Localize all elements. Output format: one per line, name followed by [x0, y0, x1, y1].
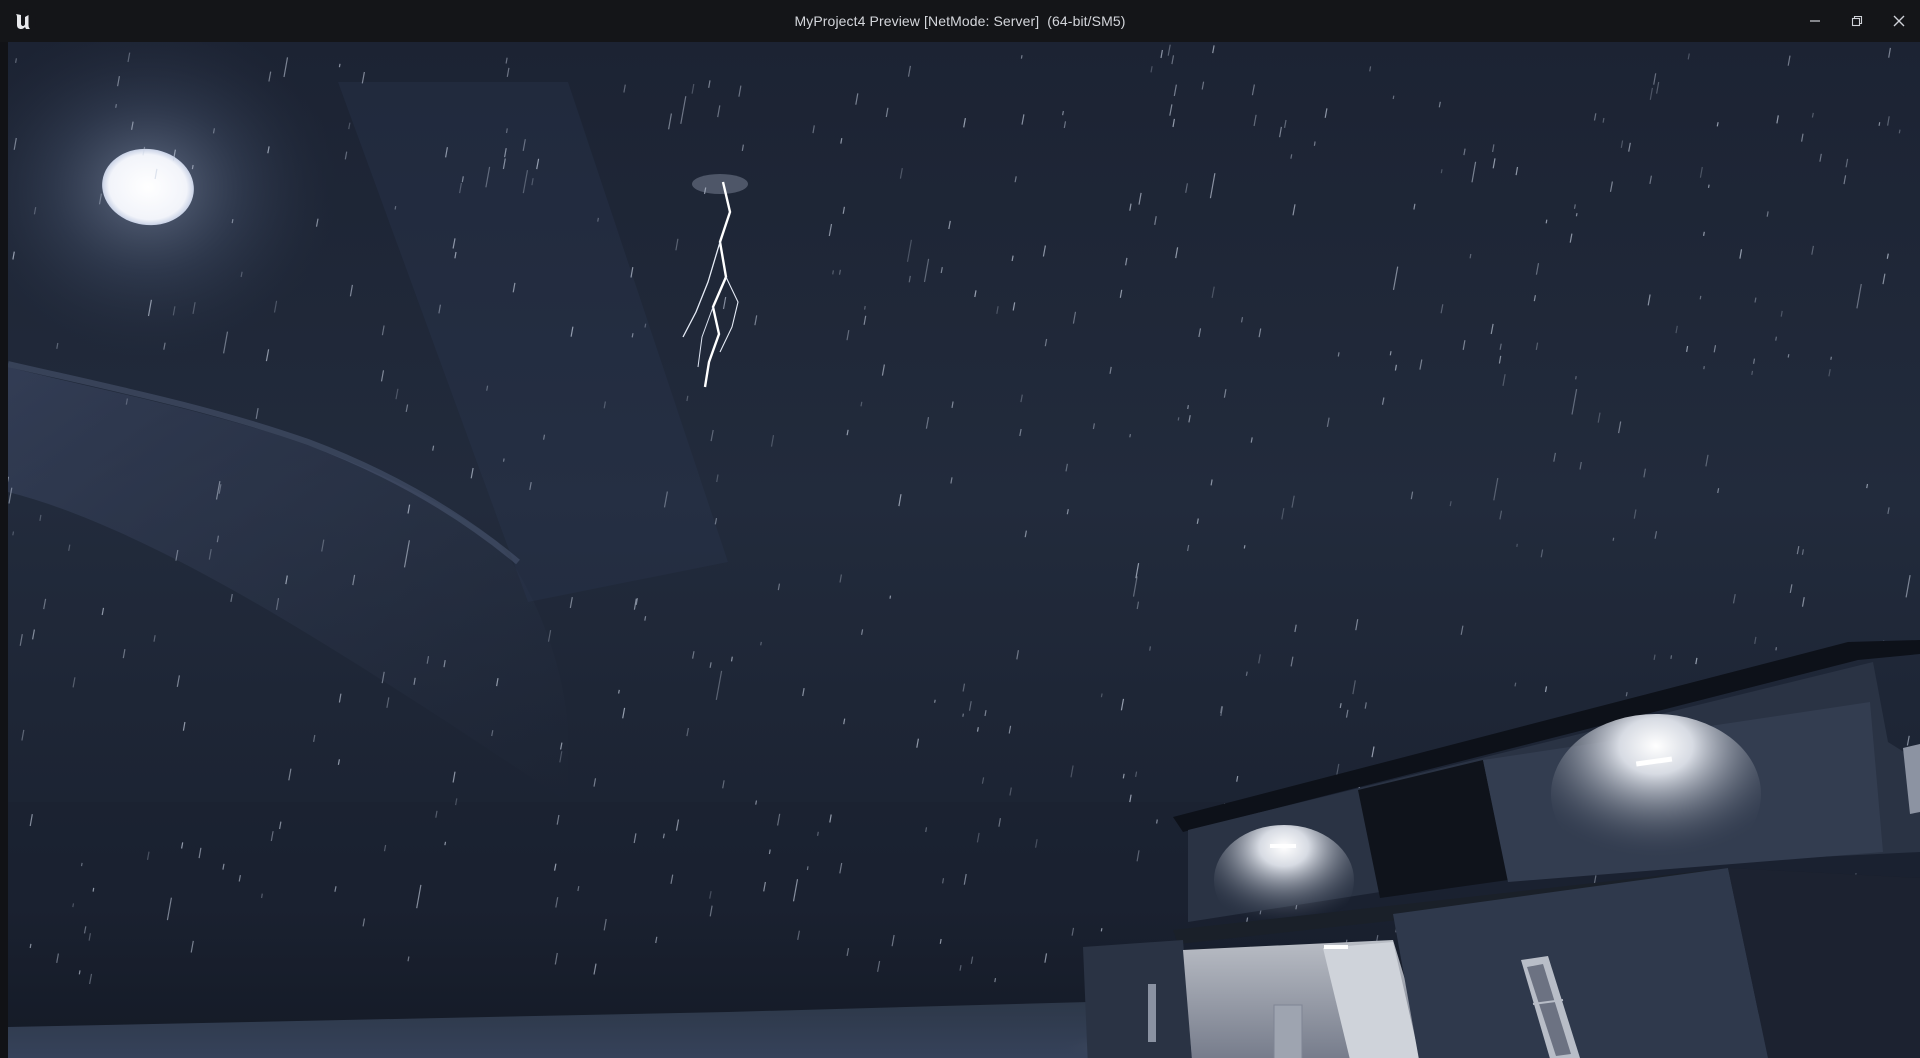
rain-drop — [1062, 110, 1064, 116]
rain-drop — [1516, 543, 1518, 547]
rain-drop — [1100, 928, 1103, 932]
minimize-button[interactable] — [1794, 0, 1836, 42]
rain-drop — [1703, 366, 1705, 370]
rain-drop — [1545, 219, 1548, 224]
rain-drop — [817, 831, 819, 836]
restore-button[interactable] — [1836, 0, 1878, 42]
lower-wall-left — [1083, 940, 1192, 1058]
rain-drop — [994, 977, 997, 983]
rain-drop — [1149, 646, 1151, 651]
small-window — [1148, 984, 1156, 1042]
rain-drop — [444, 841, 447, 846]
rain-drop — [1866, 483, 1869, 489]
rain-drop — [1898, 129, 1901, 134]
rain-drop — [1703, 231, 1705, 237]
rain-drop — [78, 970, 81, 975]
rain-drop — [1775, 336, 1777, 341]
rain-drop — [1100, 693, 1103, 698]
rain-drop — [1716, 122, 1719, 127]
rain-drop — [1440, 169, 1443, 174]
rain-drop — [1575, 212, 1578, 217]
rain-drop — [1670, 655, 1673, 659]
upper-lamp-left — [1270, 844, 1296, 848]
rain-drop — [1129, 433, 1131, 438]
close-icon — [1893, 15, 1905, 27]
rain-drop — [394, 205, 397, 210]
rain-drop — [1187, 404, 1189, 410]
rain-drop — [1177, 417, 1180, 421]
rain-drop — [962, 713, 964, 717]
rain-drop — [1243, 545, 1246, 549]
rain-drop — [644, 323, 647, 328]
rain-drop — [760, 641, 762, 646]
rain-drop — [72, 903, 75, 908]
rain-drop — [1602, 117, 1605, 123]
rain-drop — [1575, 375, 1577, 380]
rain-drop — [1514, 682, 1517, 687]
rain-drop — [1830, 356, 1832, 360]
rain-drop — [976, 727, 979, 732]
rain-drop — [1122, 773, 1125, 779]
rain-drop — [1245, 671, 1248, 676]
rain-drop — [1392, 95, 1395, 100]
rain-drop — [1775, 647, 1777, 651]
rain-drop — [934, 699, 936, 703]
rain-drop — [860, 401, 863, 407]
rain-drop — [231, 218, 234, 224]
rain-drop — [1337, 352, 1340, 357]
rain-drop — [832, 270, 834, 275]
rain-drop — [1787, 354, 1790, 358]
game-preview-window: MyProject4 Preview [NetMode: Server] (64… — [0, 0, 1920, 1058]
scene-canvas — [8, 42, 1920, 1058]
rain-drop — [12, 531, 15, 536]
rain-drop — [1878, 122, 1881, 126]
rain-drop — [730, 656, 733, 662]
rain-drop — [1389, 351, 1392, 356]
rain-drop — [1751, 370, 1754, 376]
rain-drop — [191, 164, 194, 170]
window-title: MyProject4 Preview [NetMode: Server] (64… — [794, 13, 1126, 29]
title-bar[interactable]: MyProject4 Preview [NetMode: Server] (64… — [0, 0, 1920, 42]
game-viewport[interactable] — [8, 42, 1920, 1058]
rain-drop — [768, 849, 771, 855]
rain-drop — [631, 333, 634, 338]
rain-drop — [1612, 537, 1615, 541]
rain-drop — [80, 862, 83, 867]
rain-drop — [1290, 154, 1293, 159]
minimize-icon — [1810, 20, 1820, 22]
rain-drop — [755, 800, 758, 805]
rain-drop — [338, 63, 341, 68]
interior-door — [1273, 1004, 1303, 1058]
rain-drop — [597, 217, 599, 222]
rain-drop — [925, 827, 928, 833]
rain-drop — [505, 128, 508, 134]
rain-drop — [939, 938, 942, 944]
rain-drop — [1625, 691, 1628, 697]
rain-drop — [1707, 184, 1710, 189]
rain-drop — [115, 103, 117, 108]
rain-drop — [806, 866, 809, 871]
rain-drop — [644, 616, 647, 621]
rain-drop — [618, 689, 620, 694]
rain-drop — [1469, 253, 1472, 259]
rain-drop — [29, 943, 32, 949]
rain-drop — [1156, 819, 1158, 824]
rain-drop — [864, 305, 866, 310]
lower-lamp — [1324, 945, 1348, 949]
restore-icon — [1851, 15, 1863, 27]
rain-drop — [92, 887, 95, 892]
unreal-engine-logo-icon — [10, 9, 36, 35]
upper-lamp-glow-right — [1551, 714, 1761, 874]
rain-drop — [15, 58, 17, 64]
close-button[interactable] — [1878, 0, 1920, 42]
rain-drop — [1573, 204, 1576, 209]
rain-drop — [1699, 295, 1702, 300]
window-controls — [1794, 0, 1920, 42]
rain-drop — [1020, 55, 1023, 59]
rain-drop — [1313, 141, 1316, 146]
rain-drop — [261, 893, 263, 899]
rain-drop — [502, 458, 505, 462]
rain-drop — [889, 595, 892, 599]
